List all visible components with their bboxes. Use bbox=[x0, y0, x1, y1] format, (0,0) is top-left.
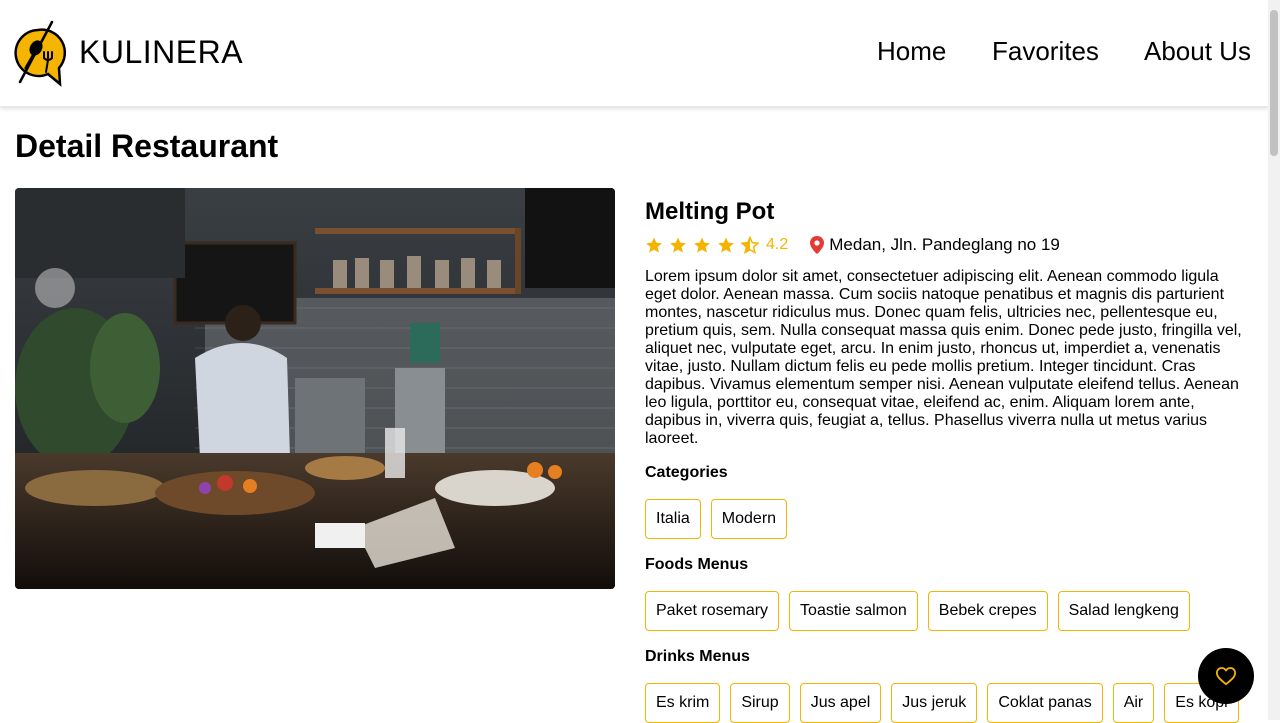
nav-favorites[interactable]: Favorites bbox=[992, 38, 1099, 64]
rating-stars bbox=[645, 236, 759, 254]
nav-about-us[interactable]: About Us bbox=[1144, 38, 1251, 64]
app-header: KULINERA Home Favorites About Us bbox=[0, 0, 1268, 107]
foods-menu-title: Foods Menus bbox=[645, 556, 749, 573]
categories-list: Italia Modern bbox=[645, 499, 1245, 539]
scrollbar-thumb[interactable] bbox=[1270, 10, 1278, 156]
rating-location-row: 4.2 Medan, Jln. Pandeglang no 19 bbox=[645, 234, 1245, 256]
page-scrollbar[interactable] bbox=[1268, 0, 1280, 720]
drinks-menu-list: Es krim Sirup Jus apel Jus jeruk Coklat … bbox=[645, 683, 1245, 723]
category-chip[interactable]: Italia bbox=[645, 499, 701, 539]
restaurant-name: Melting Pot bbox=[645, 198, 775, 225]
restaurant-details: Melting Pot 4.2 Medan, Jln. Pandeglang n… bbox=[645, 196, 1245, 723]
food-menu-chip[interactable]: Bebek crepes bbox=[927, 591, 1048, 631]
map-pin-icon bbox=[810, 236, 825, 254]
drink-menu-chip[interactable]: Jus jeruk bbox=[891, 683, 978, 723]
restaurant-photo bbox=[15, 188, 615, 589]
spoon-fork-icon bbox=[14, 20, 67, 87]
drink-menu-chip[interactable]: Jus apel bbox=[799, 683, 882, 723]
food-menu-chip[interactable]: Toastie salmon bbox=[789, 591, 918, 631]
page-title: Detail Restaurant bbox=[15, 128, 279, 164]
food-menu-chip[interactable]: Salad lengkeng bbox=[1057, 591, 1190, 631]
category-chip[interactable]: Modern bbox=[710, 499, 788, 539]
star-icon bbox=[718, 237, 734, 253]
brand-name[interactable]: KULINERA bbox=[79, 36, 243, 68]
drink-menu-chip[interactable]: Coklat panas bbox=[987, 683, 1103, 723]
star-icon bbox=[646, 237, 662, 253]
drinks-menu-title: Drinks Menus bbox=[645, 648, 750, 665]
drink-menu-chip[interactable]: Sirup bbox=[730, 683, 790, 723]
star-icon bbox=[694, 237, 710, 253]
heart-icon bbox=[1215, 667, 1236, 686]
drink-menu-chip[interactable]: Air bbox=[1112, 683, 1155, 723]
categories-title: Categories bbox=[645, 464, 728, 481]
star-icon bbox=[670, 237, 686, 253]
star-half-icon bbox=[741, 236, 759, 254]
food-menu-chip[interactable]: Paket rosemary bbox=[645, 591, 780, 631]
favorite-button[interactable] bbox=[1198, 648, 1254, 704]
foods-menu-list: Paket rosemary Toastie salmon Bebek crep… bbox=[645, 591, 1245, 631]
nav-home[interactable]: Home bbox=[877, 38, 946, 64]
drink-menu-chip[interactable]: Es krim bbox=[645, 683, 721, 723]
location: Medan, Jln. Pandeglang no 19 bbox=[810, 235, 1060, 255]
location-text: Medan, Jln. Pandeglang no 19 bbox=[829, 235, 1060, 254]
restaurant-description: Lorem ipsum dolor sit amet, consectetuer… bbox=[645, 268, 1242, 447]
rating-value: 4.2 bbox=[766, 236, 789, 253]
